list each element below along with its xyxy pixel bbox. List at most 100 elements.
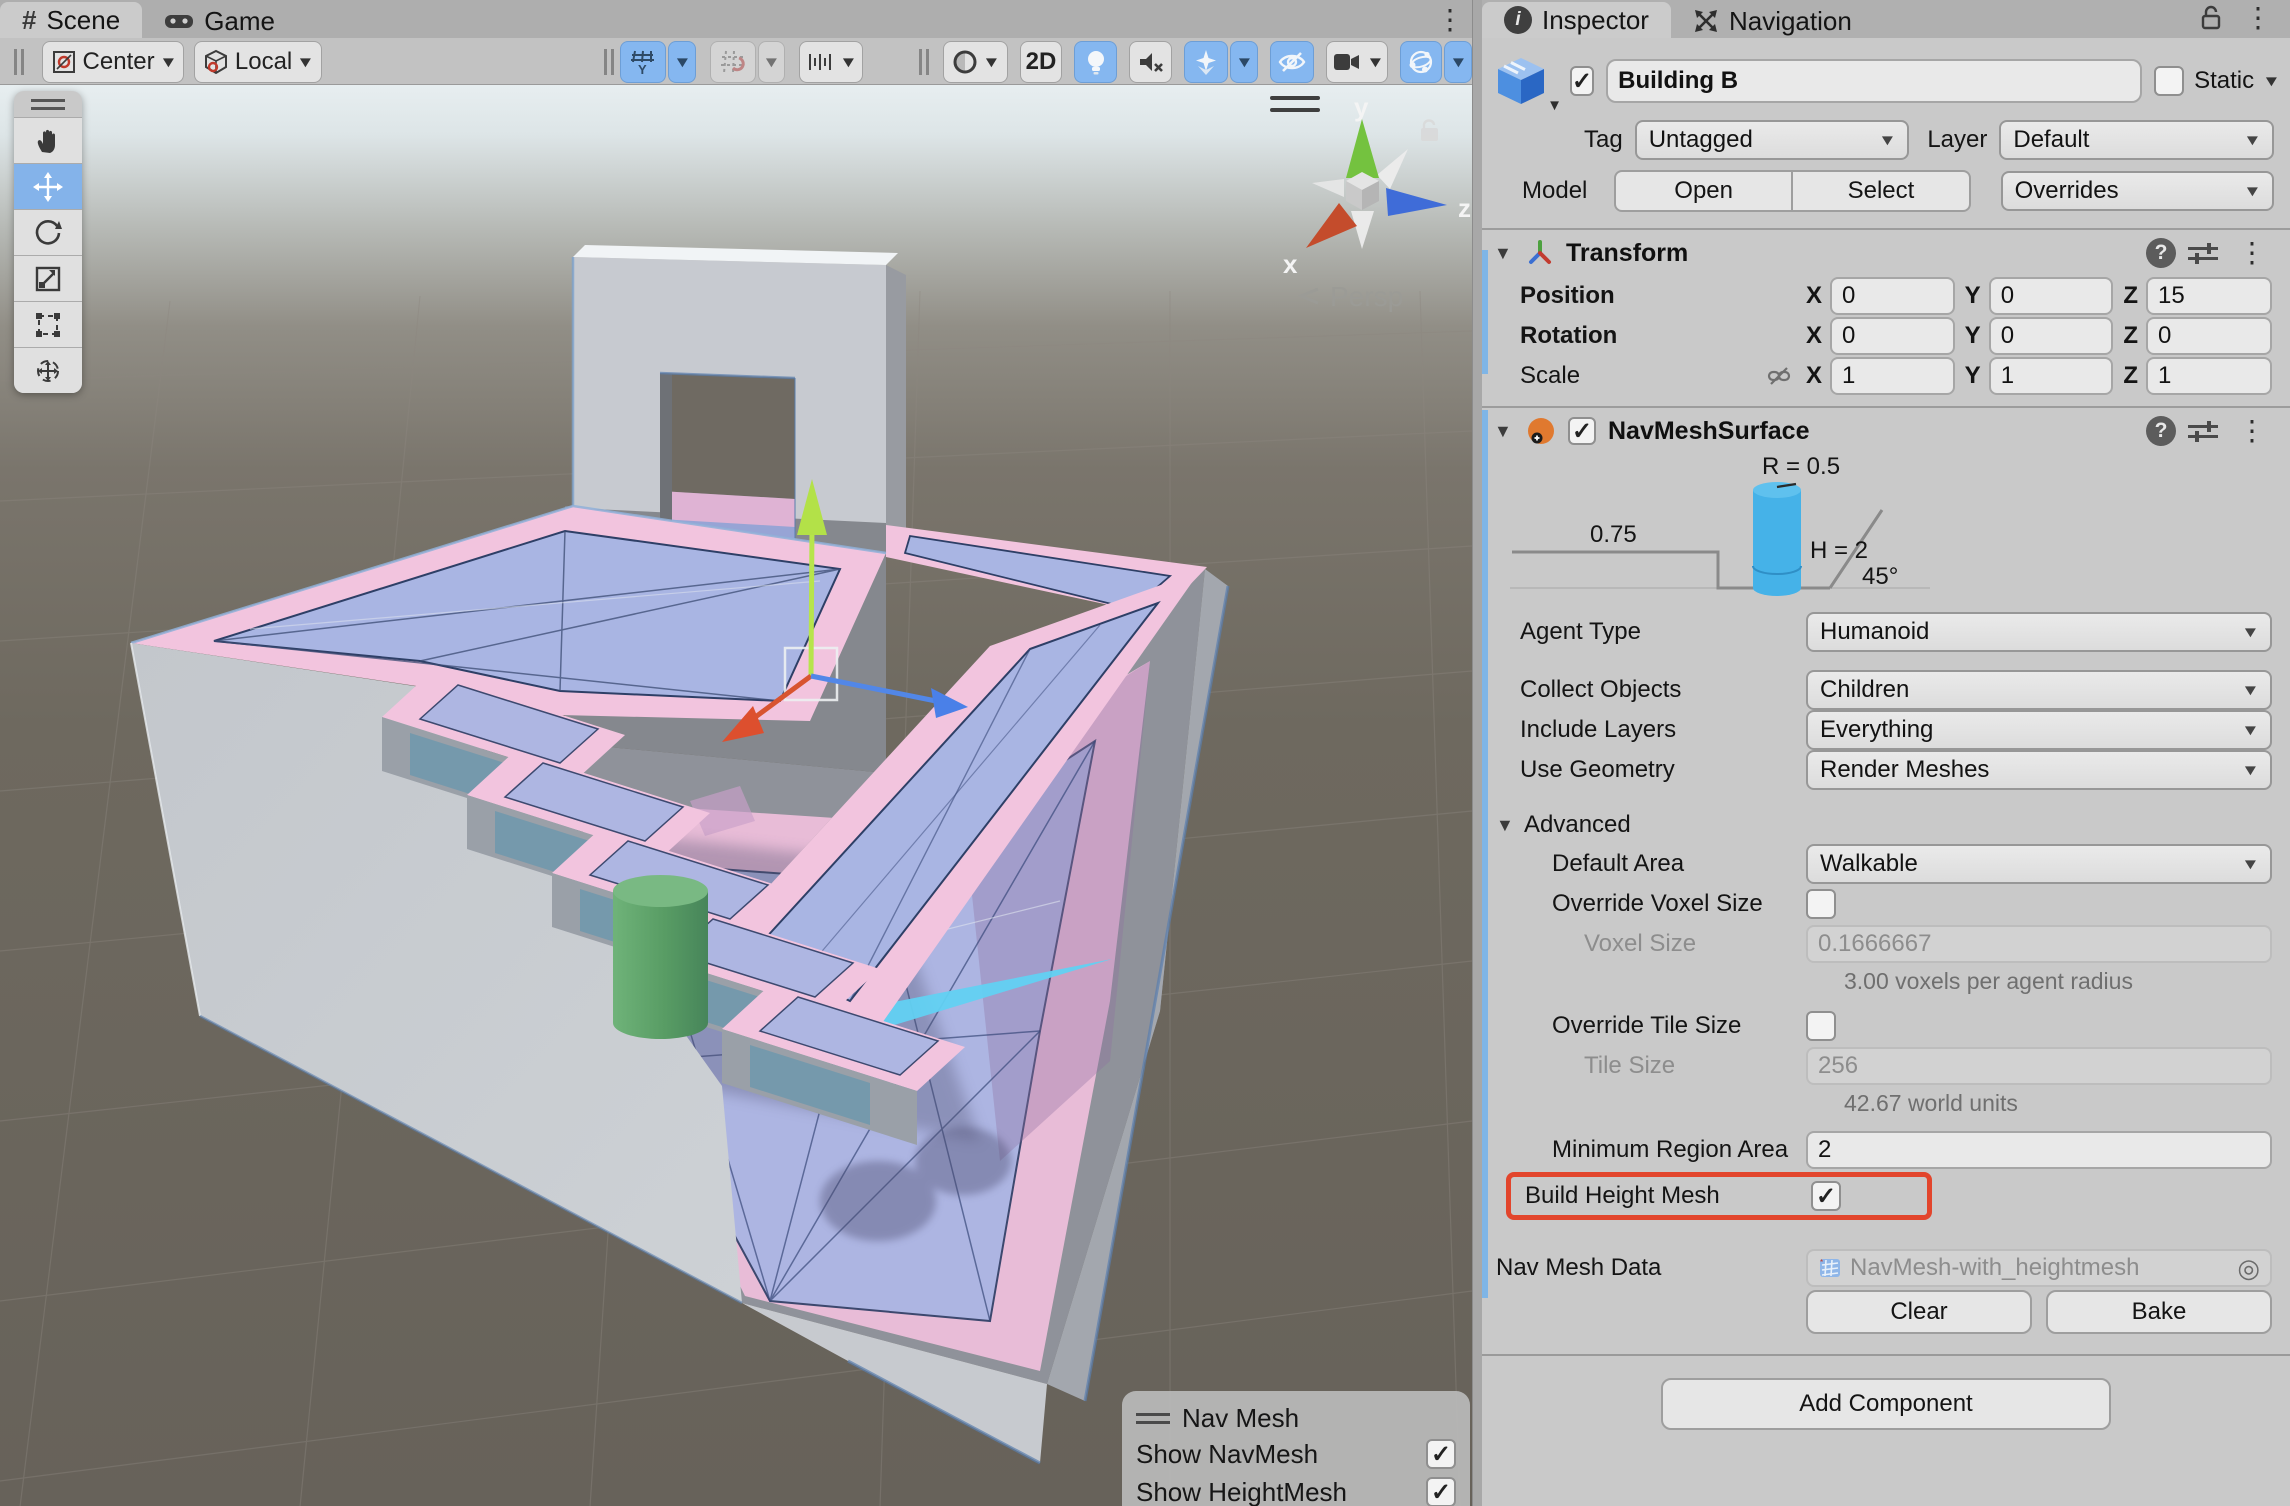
agent-type-dropdown[interactable]: Humanoid▼: [1806, 612, 2272, 652]
local-axes-icon: [203, 49, 229, 75]
agent-step-label: 0.75: [1590, 521, 1637, 548]
toolbar-drag-handle-2[interactable]: [604, 49, 614, 75]
navmeshsurface-icon: [1526, 416, 1556, 446]
scale-z-field[interactable]: 1: [2146, 357, 2272, 395]
move-tool[interactable]: [14, 163, 82, 209]
position-x-field[interactable]: 0: [1830, 277, 1955, 315]
scene-effects-toggle[interactable]: [1184, 41, 1228, 83]
navmesh-enabled-checkbox[interactable]: ✓: [1568, 417, 1596, 445]
tools-drag-handle[interactable]: [14, 91, 82, 117]
tab-scene[interactable]: # Scene: [0, 2, 142, 38]
bake-button[interactable]: Bake: [2046, 1290, 2272, 1334]
overrides-dropdown[interactable]: Overrides▼: [2001, 171, 2274, 211]
view-hand-tool[interactable]: [14, 117, 82, 163]
chevron-down-icon: ▼: [296, 54, 315, 71]
gameobject-enabled-checkbox[interactable]: ✓: [1570, 66, 1594, 96]
rotate-tool[interactable]: [14, 209, 82, 255]
presets-icon[interactable]: [2188, 416, 2218, 446]
collect-objects-dropdown[interactable]: Children▼: [1806, 670, 2272, 710]
show-navmesh-label: Show NavMesh: [1136, 1439, 1318, 1470]
override-voxel-checkbox[interactable]: ✓: [1806, 889, 1836, 919]
orientation-mode-dropdown[interactable]: Local ▼: [194, 41, 322, 83]
tab-navigation[interactable]: Navigation: [1671, 4, 1874, 38]
tab-scene-label: Scene: [46, 5, 120, 36]
navmesh-panel-drag-handle[interactable]: [1136, 1413, 1170, 1424]
tab-inspector[interactable]: i Inspector: [1482, 2, 1671, 38]
add-component-button[interactable]: Add Component: [1661, 1378, 2111, 1430]
transform-foldout-icon[interactable]: ▼: [1494, 243, 1514, 264]
clear-button[interactable]: Clear: [1806, 1290, 2032, 1334]
default-area-dropdown[interactable]: Walkable▼: [1806, 844, 2272, 884]
help-icon[interactable]: ?: [2146, 416, 2176, 446]
tag-dropdown[interactable]: Untagged▼: [1635, 120, 1910, 160]
scale-tool[interactable]: [14, 255, 82, 301]
toolbar-drag-handle[interactable]: [14, 49, 26, 75]
model-select-button[interactable]: Select: [1793, 170, 1970, 212]
transform-title: Transform: [1566, 239, 2134, 268]
gizmo-y-axis[interactable]: [811, 525, 812, 676]
scene-viewport[interactable]: y x z Persp: [0, 85, 1472, 1506]
projection-label[interactable]: Persp: [1330, 281, 1403, 312]
rect-tool[interactable]: [14, 301, 82, 347]
scale-y-field[interactable]: 1: [1989, 357, 2114, 395]
model-open-button[interactable]: Open: [1614, 170, 1793, 212]
position-z-field[interactable]: 15: [2146, 277, 2272, 315]
voxel-size-field: 0.1666667: [1806, 925, 2272, 963]
tile-size-helper: 42.67 world units: [1482, 1086, 2290, 1120]
min-region-field[interactable]: 2: [1806, 1131, 2272, 1169]
show-navmesh-checkbox[interactable]: ✓: [1426, 1439, 1456, 1469]
nav-mesh-data-row: Nav Mesh Data * NavMesh-with_heightmesh …: [1482, 1248, 2290, 1288]
help-icon[interactable]: ?: [2146, 238, 2176, 268]
inspector-menu-kebab-icon[interactable]: ⋮: [2236, 4, 2280, 32]
layer-dropdown[interactable]: Default▼: [1999, 120, 2274, 160]
transform-kebab-icon[interactable]: ⋮: [2230, 239, 2274, 267]
nav-mesh-data-field[interactable]: * NavMesh-with_heightmesh ◎: [1806, 1249, 2272, 1287]
draw-mode-dropdown[interactable]: ▼: [943, 41, 1008, 83]
gizmos-toggle[interactable]: [1400, 41, 1443, 83]
build-height-mesh-checkbox[interactable]: ✓: [1811, 1181, 1841, 1211]
rotation-z-field[interactable]: 0: [2146, 317, 2272, 355]
use-geometry-dropdown[interactable]: Render Meshes▼: [1806, 750, 2272, 790]
scale-x-field[interactable]: 1: [1830, 357, 1955, 395]
static-checkbox[interactable]: ✓: [2154, 66, 2184, 96]
link-broken-icon[interactable]: [1766, 363, 1806, 389]
position-y-field[interactable]: 0: [1989, 277, 2114, 315]
scene-audio-toggle[interactable]: [1129, 41, 1172, 83]
toolbar-drag-handle-3[interactable]: [919, 49, 929, 75]
include-layers-dropdown[interactable]: Everything▼: [1806, 710, 2272, 750]
override-tile-checkbox[interactable]: ✓: [1806, 1011, 1836, 1041]
presets-icon[interactable]: [2188, 238, 2218, 268]
rotation-y-field[interactable]: 0: [1989, 317, 2114, 355]
override-stripe-navmesh: [1482, 410, 1488, 1298]
gameobject-name-field[interactable]: Building B: [1606, 59, 2142, 103]
pivot-mode-dropdown[interactable]: Center ▼: [42, 41, 184, 83]
grid-settings-dropdown[interactable]: ▼: [668, 41, 695, 83]
grid-visibility-button[interactable]: Y: [620, 41, 666, 83]
tab-game[interactable]: Game: [142, 4, 297, 38]
snap-settings-dropdown[interactable]: ▼: [758, 41, 785, 83]
object-picker-icon[interactable]: ◎: [2237, 1253, 2260, 1284]
position-label: Position: [1482, 282, 1806, 310]
2d-view-toggle[interactable]: 2D: [1020, 41, 1063, 83]
rotation-x-field[interactable]: 0: [1830, 317, 1955, 355]
navmesh-kebab-icon[interactable]: ⋮: [2230, 417, 2274, 445]
static-dropdown-icon[interactable]: ▼: [2262, 73, 2281, 90]
effects-dropdown[interactable]: ▼: [1230, 41, 1257, 83]
scene-lighting-toggle[interactable]: [1074, 41, 1117, 83]
build-height-mesh-annotation: Build Height Mesh ✓: [1506, 1172, 1932, 1220]
gizmos-dropdown[interactable]: ▼: [1444, 41, 1471, 83]
advanced-foldout[interactable]: ▼ Advanced: [1496, 808, 2290, 842]
show-heightmesh-checkbox[interactable]: ✓: [1426, 1477, 1456, 1506]
snap-toggle-button[interactable]: [710, 41, 756, 83]
snap-increment-dropdown[interactable]: ▼: [799, 41, 862, 83]
shaded-sphere-icon: [952, 49, 978, 75]
tile-size-label: Tile Size: [1482, 1052, 1806, 1080]
navmesh-foldout-icon[interactable]: ▼: [1494, 421, 1514, 442]
scene-visibility-toggle[interactable]: [1270, 41, 1314, 83]
scene-tab-menu-kebab-icon[interactable]: ⋮: [1428, 6, 1472, 34]
transform-tool[interactable]: [14, 347, 82, 393]
lock-icon[interactable]: [2200, 5, 2222, 31]
tab-navigation-label: Navigation: [1729, 6, 1852, 37]
prefab-cube-icon[interactable]: ▼: [1492, 52, 1550, 110]
scene-camera-dropdown[interactable]: ▼: [1326, 41, 1387, 83]
